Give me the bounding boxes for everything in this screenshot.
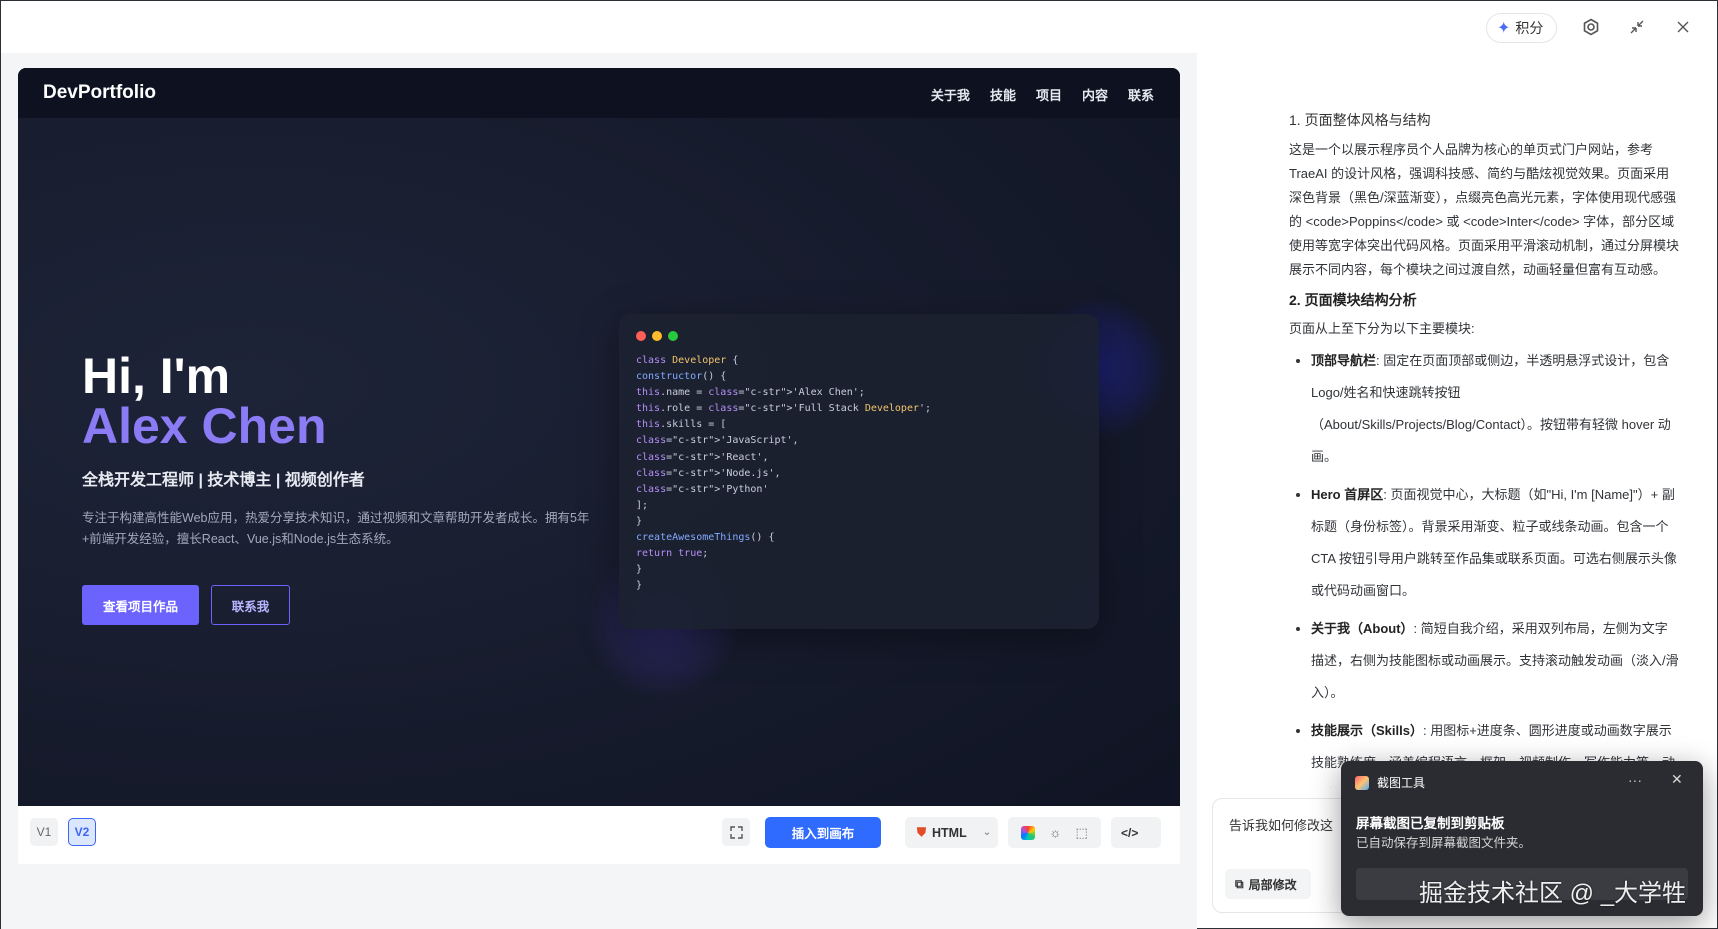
hero-greeting: Hi, I'm <box>82 348 231 404</box>
color-palette-icon[interactable] <box>1021 825 1036 840</box>
points-button[interactable]: ✦ 积分 <box>1486 13 1558 43</box>
version-v2-button[interactable]: V2 <box>68 818 96 846</box>
nav-link-about[interactable]: 关于我 <box>931 85 970 104</box>
format-label: HTML <box>932 825 967 840</box>
local-edit-label: 局部修改 <box>1248 877 1297 892</box>
preview-panel: DevPortfolio 关于我 技能 项目 内容 联系 Hi, I'm Ale… <box>1 53 1197 929</box>
section-heading: 2. 页面模块结构分析 <box>1289 292 1417 308</box>
code-line: constructor() { <box>636 371 727 383</box>
list-item-text: : 固定在页面顶部或侧边，半透明悬浮式设计，包含Logo/姓名和快速跳转按钮（A… <box>1311 353 1671 464</box>
hero-name: Alex Chen <box>82 398 327 454</box>
chat-placeholder: 告诉我如何修改这 <box>1229 818 1334 833</box>
code-line: this.name = class="c-str">'Alex Chen'; <box>636 387 865 399</box>
code-window: class Developer { constructor() { this.nam… <box>619 314 1099 629</box>
section-paragraph: 页面从上至下分为以下主要模块: <box>1289 321 1475 336</box>
description-panel: 1. 页面整体风格与结构 这是一个以展示程序员个人品牌为核心的单页式门户网站，参… <box>1267 53 1697 788</box>
code-line: class Developer { <box>636 355 739 366</box>
local-edit-button[interactable]: ⧉ 局部修改 <box>1225 869 1311 899</box>
nav-link-contact[interactable]: 联系 <box>1128 85 1154 104</box>
toast-title: 屏幕截图已复制到剪贴板 <box>1356 816 1505 831</box>
code-line: } <box>636 580 643 592</box>
section-heading: 1. 页面整体风格与结构 <box>1289 112 1431 128</box>
code-line: this.role = class="c-str">'Full Stack De… <box>636 403 932 415</box>
frame-icon[interactable]: ⬚ <box>1076 825 1088 841</box>
chevron-down-icon: ⌄ <box>982 827 992 838</box>
code-view-button[interactable]: </> <box>1111 817 1161 848</box>
sun-icon[interactable]: ☼ <box>1049 825 1061 840</box>
hero-description: 专注于构建高性能Web应用，热爱分享技术知识，通过视频和文章帮助开发者成长。拥有… <box>82 511 590 546</box>
list-item-title: Hero 首屏区 <box>1311 487 1384 502</box>
list-item: 关于我（About）: 简短自我介绍，采用双列布局，左侧为文字描述，右侧为技能图… <box>1311 613 1679 709</box>
collapse-icon[interactable] <box>1626 16 1648 38</box>
yellow-dot-icon <box>652 331 662 341</box>
code-snippet: class Developer { constructor() { this.nam… <box>636 353 931 594</box>
code-line: class="c-str">'JavaScript', <box>636 435 799 447</box>
view-projects-button[interactable]: 查看项目作品 <box>82 585 199 625</box>
format-select[interactable]: ⛊ HTML ⌄ <box>905 817 998 848</box>
sparkle-icon: ✦ <box>1497 20 1511 37</box>
top-bar: ✦ 积分 <box>1 1 1717 53</box>
toast-app: 截图工具 <box>1355 774 1425 791</box>
snipping-tool-icon <box>1355 775 1369 790</box>
fullscreen-icon[interactable] <box>722 818 750 846</box>
green-dot-icon <box>668 331 678 341</box>
website-preview[interactable]: DevPortfolio 关于我 技能 项目 内容 联系 Hi, I'm Ale… <box>18 68 1180 858</box>
code-line: ]; <box>636 499 649 511</box>
hero-subtitle: 全栈开发工程师 | 技术博主 | 视频创作者 <box>82 472 365 489</box>
points-label: 积分 <box>1515 20 1544 36</box>
code-line: class="c-str">'Python' <box>636 483 769 495</box>
code-line: class="c-str">'React', <box>636 451 769 463</box>
code-line: } <box>636 564 643 576</box>
site-navbar: DevPortfolio 关于我 技能 项目 内容 联系 <box>18 68 1180 118</box>
code-line: createAwesomeThings() { <box>636 532 775 544</box>
site-logo[interactable]: DevPortfolio <box>43 82 156 104</box>
html5-icon: ⛊ <box>917 825 927 839</box>
site-nav-links: 关于我 技能 项目 内容 联系 <box>931 85 1154 104</box>
list-item-text: : 页面视觉中心，大标题（如"Hi, I'm [Name]"）+ 副标题（身份标… <box>1311 487 1677 598</box>
nav-link-content[interactable]: 内容 <box>1082 85 1108 104</box>
list-item: 顶部导航栏: 固定在页面顶部或侧边，半透明悬浮式设计，包含Logo/姓名和快速跳… <box>1311 345 1679 473</box>
list-item: Hero 首屏区: 页面视觉中心，大标题（如"Hi, I'm [Name]"）+… <box>1311 479 1679 607</box>
edit-icon: ⧉ <box>1235 876 1244 891</box>
code-line: this.skills = [ <box>636 419 727 431</box>
list-item-title: 顶部导航栏 <box>1311 353 1377 368</box>
code-line: } <box>636 515 643 527</box>
toast-close-icon[interactable]: ✕ <box>1671 771 1683 788</box>
app-window: ✦ 积分 DevPortfolio 关于我 技能 项目 内容 联系 Hi, I'… <box>0 0 1718 929</box>
view-tools: ☼ ⬚ <box>1008 817 1101 848</box>
module-list: 顶部导航栏: 固定在页面顶部或侧边，半透明悬浮式设计，包含Logo/姓名和快速跳… <box>1289 345 1679 788</box>
settings-icon[interactable] <box>1580 16 1602 38</box>
toast-app-name: 截图工具 <box>1377 776 1426 790</box>
watermark: 掘金技术社区 @ _大学牲 <box>1419 880 1687 907</box>
code-line: class="c-str">'Node.js', <box>636 467 781 479</box>
list-item-title: 关于我（About） <box>1311 621 1414 636</box>
contact-me-button[interactable]: 联系我 <box>211 585 290 625</box>
red-dot-icon <box>636 331 646 341</box>
bottom-toolbar: V1 V2 插入到画布 ⛊ HTML ⌄ ☼ ⬚ </> <box>18 806 1180 864</box>
insert-to-canvas-button[interactable]: 插入到画布 <box>765 817 881 848</box>
window-dots <box>636 331 678 341</box>
description-content: 1. 页面整体风格与结构 这是一个以展示程序员个人品牌为核心的单页式门户网站，参… <box>1289 108 1679 788</box>
more-options-icon[interactable]: ··· <box>1628 772 1642 788</box>
close-icon[interactable] <box>1672 16 1694 38</box>
nav-link-skills[interactable]: 技能 <box>990 85 1016 104</box>
code-icon: </> <box>1121 825 1139 840</box>
toast-body: 已自动保存到屏幕截图文件夹。 <box>1356 836 1532 850</box>
section-paragraph: 这是一个以展示程序员个人品牌为核心的单页式门户网站，参考 TraeAI 的设计风… <box>1289 142 1679 277</box>
nav-link-projects[interactable]: 项目 <box>1036 85 1062 104</box>
code-line: return true; <box>636 548 709 560</box>
version-v1-button[interactable]: V1 <box>30 818 58 846</box>
list-item-title: 技能展示（Skills） <box>1311 723 1423 738</box>
